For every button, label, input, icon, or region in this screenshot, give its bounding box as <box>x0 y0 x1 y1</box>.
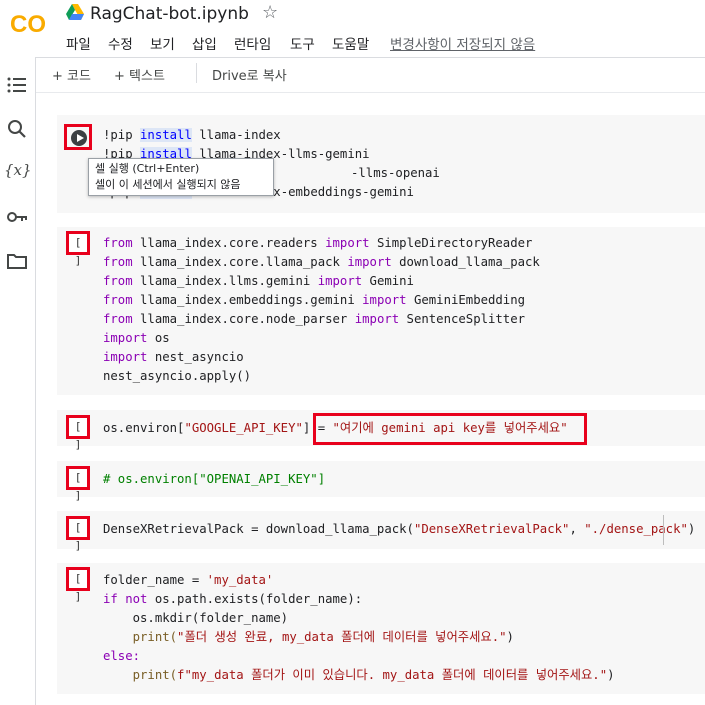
colab-logo[interactable]: CO <box>8 8 52 38</box>
copy-to-drive-button[interactable]: Drive로 복사 <box>212 65 287 84</box>
add-text-button[interactable]: + 텍스트 <box>114 65 165 84</box>
files-folder-icon[interactable] <box>6 250 28 272</box>
menu-file[interactable]: 파일 <box>66 33 91 53</box>
menu-help[interactable]: 도움말 <box>332 33 369 53</box>
search-icon[interactable] <box>6 118 28 140</box>
google-drive-icon[interactable] <box>66 4 84 20</box>
cell-5-scroll-edge <box>663 515 664 545</box>
tooltip-line-1: 셀 실행 (Ctrl+Enter) <box>95 162 200 175</box>
menu-insert[interactable]: 삽입 <box>192 33 217 53</box>
star-icon[interactable]: ☆ <box>262 2 278 23</box>
cell-4-code[interactable]: # os.environ["OPENAI_API_KEY"] <box>103 470 325 489</box>
menu-tools[interactable]: 도구 <box>290 33 315 53</box>
colab-logo-text: CO <box>10 11 46 38</box>
secrets-key-icon[interactable] <box>6 206 28 228</box>
menu-runtime[interactable]: 런타임 <box>234 33 271 53</box>
add-code-button[interactable]: + 코드 <box>52 65 91 84</box>
toolbar-divider <box>196 63 197 83</box>
run-cell-tooltip: 셀 실행 (Ctrl+Enter) 셀이 이 세션에서 실행되지 않음 <box>88 158 274 196</box>
play-triangle <box>77 134 84 142</box>
variables-icon[interactable]: {x} <box>4 161 32 179</box>
table-of-contents-icon[interactable] <box>6 74 28 96</box>
tooltip-line-2: 셀이 이 세션에서 실행되지 않음 <box>95 178 241 191</box>
cell-5-code[interactable]: DenseXRetrievalPack = download_llama_pac… <box>103 520 695 539</box>
notebook-title[interactable]: RagChat-bot.ipynb <box>90 4 249 24</box>
unsaved-changes-link[interactable]: 변경사항이 저장되지 않음 <box>390 33 535 53</box>
api-key-highlight <box>313 413 587 445</box>
cell-2-code[interactable]: from llama_index.core.readers import Sim… <box>103 234 540 386</box>
cell-5-run-button[interactable]: [ ] <box>66 516 90 552</box>
cell-4-run-button[interactable]: [ ] <box>66 466 90 502</box>
run-cell-button[interactable] <box>64 124 92 150</box>
cell-3-run-button[interactable]: [ ] <box>66 415 90 451</box>
menu-view[interactable]: 보기 <box>150 33 175 53</box>
cell-6-run-button[interactable]: [ ] <box>66 567 90 603</box>
menu-edit[interactable]: 수정 <box>108 33 133 53</box>
left-sidebar <box>0 57 36 705</box>
cell-6-code[interactable]: folder_name = 'my_data' if not os.path.e… <box>103 571 615 685</box>
cell-2-run-button[interactable]: [ ] <box>66 231 90 267</box>
